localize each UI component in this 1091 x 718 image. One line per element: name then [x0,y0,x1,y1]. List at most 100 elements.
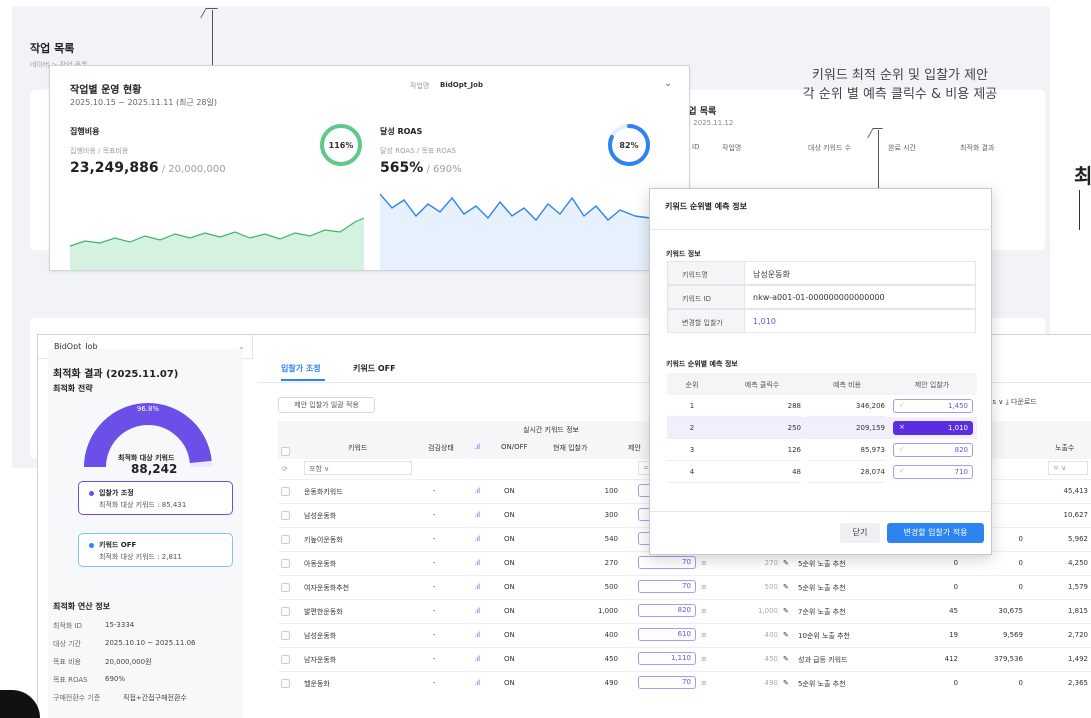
roas-target: / 690% [423,164,462,175]
suggest-bid-input[interactable]: 1,110 [638,652,696,665]
rank-bid-input[interactable]: × 1,010 [893,421,973,435]
list-icon[interactable]: ≡ [701,631,707,639]
row-checkbox[interactable] [281,631,290,640]
list-icon[interactable]: ≡ [701,583,707,591]
list-icon[interactable]: ≡ [701,679,707,687]
bid-cell: 450 [604,655,618,663]
list-icon[interactable]: ≡ [701,559,707,567]
row-checkbox[interactable] [281,679,290,688]
suggest-bid-input[interactable]: 70 [638,676,696,689]
prev-bid-cell: 500 [764,583,778,591]
cost-cell: 209,159 [807,417,885,439]
impressions-cell: 4,250 [1067,559,1088,567]
edit-icon[interactable]: ✎ [783,607,789,615]
keyword-cell: 발편한운동화 [304,608,343,616]
check-icon[interactable]: ✓ [899,467,905,475]
select-all-checkbox[interactable] [281,447,290,456]
dashboard-title: 작업별 운영 현황 [70,85,142,96]
calc-row: 목표 비용 20,000,000원 [53,657,238,675]
impressions-cell: 2,720 [1067,631,1088,639]
col-onoff: ON/OFF [501,443,528,451]
clicks-cell: 412 [944,655,958,663]
row-checkbox[interactable] [281,487,290,496]
clicks-col: 예측 클릭수 [717,373,807,395]
strategy-off-title: 키워드 OFF [99,541,137,549]
rank-bid-value: 710 [954,468,968,476]
bid-cell: 500 [604,583,618,591]
spend-area [70,218,364,270]
rank-row: 2 250 209,159 × 1,010 [667,417,977,439]
keyword-filter[interactable]: 포함 ∨ [304,461,412,475]
onoff-cell: ON [504,559,515,567]
rank-bid-input[interactable]: ✓ 710 [893,465,973,479]
cost-cell: 0 [1018,583,1023,591]
prev-bid-cell: 400 [764,631,778,639]
status-cell: - [433,679,436,687]
status-cell: - [433,655,436,663]
edit-icon[interactable]: ✎ [783,631,789,639]
impressions-filter[interactable]: = ∨ [1048,461,1088,475]
bid-cell: 540 [604,535,618,543]
work-list-col: 작업명 [722,144,742,152]
keyword-cell: 여자운동화추천 [304,584,350,592]
onoff-cell: ON [504,631,515,639]
list-icon[interactable]: ≡ [701,655,707,663]
work-list-col: ID [692,143,700,151]
row-checkbox[interactable] [281,583,290,592]
row-checkbox[interactable] [281,535,290,544]
close-icon[interactable]: × [899,423,905,431]
impressions-cell: 1,815 [1067,607,1088,615]
tab-bid-adjust[interactable]: 입찰가 조정 [281,363,321,374]
bars-icon: .ıl [474,631,481,639]
dashboard-period: 2025.10.15 ~ 2025.11.11 (최근 28일) [70,98,217,107]
row-checkbox[interactable] [281,559,290,568]
calc-key: 최적화 ID [53,622,82,630]
strategy-off-card[interactable]: 키워드 OFF 최적화 대상 키워드 : 2,811 [78,533,233,567]
row-checkbox[interactable] [281,607,290,616]
row-divider [278,599,1091,600]
bid-cell: 300 [604,511,618,519]
rank-bid-input[interactable]: ✓ 820 [893,443,973,457]
bulk-apply-button[interactable]: 제안 입찰가 일괄 적용 [278,397,375,413]
roas-sub: 달성 ROAS / 목표 ROAS [380,147,456,155]
list-icon[interactable]: ≡ [701,607,707,615]
status-cell: - [433,511,436,519]
chevron-down-icon[interactable]: ⌄ [664,78,672,89]
bars-icon: .ıl [474,559,481,567]
strategy-bid-card[interactable]: 입찰가 조정 최적화 대상 키워드 : 85,431 [78,481,233,515]
check-icon[interactable]: ✓ [899,401,905,409]
tab-keyword-off[interactable]: 키워드 OFF [353,363,396,374]
row-checkbox[interactable] [281,511,290,520]
suggest-bid-input[interactable]: 70 [638,556,696,569]
suggest-bid-input[interactable]: 70 [638,580,696,593]
rank-bid-input[interactable]: ✓ 1,450 [893,399,973,413]
calc-key: 목표 ROAS [53,676,88,684]
refresh-icon[interactable]: ⟳ [282,465,288,473]
edit-icon[interactable]: ✎ [783,679,789,687]
recommend-cell: 5순위 노출 추천 [798,584,846,592]
work-list-col: 최적화 결과 [960,144,995,152]
suggest-bid-input[interactable]: 820 [638,604,696,617]
edit-icon[interactable]: ✎ [783,583,789,591]
close-button[interactable]: 닫기 [840,523,880,543]
roas-metric-card: 달성 ROAS 달성 ROAS / 목표 ROAS 565% / 690% 82… [380,116,674,270]
onoff-cell: ON [504,679,515,687]
row-checkbox[interactable] [281,655,290,664]
rank-cell: 4 [667,461,717,483]
edit-icon[interactable]: ✎ [783,655,789,663]
apply-bid-button[interactable]: 변경할 입찰가 적용 [887,523,984,543]
edit-icon[interactable]: ✎ [783,559,789,567]
rank-cell: 3 [667,439,717,461]
recommend-cell: 5순위 노출 추천 [798,680,846,688]
bars-icon: .ıl [474,583,481,591]
info-key: 키워드 ID [667,285,745,309]
clicks-cell: 0 [953,679,958,687]
modal-title: 키워드 순위별 예측 정보 [665,202,747,211]
spend-metric-card: 집행비용 집행비용 / 목표비용 23,249,886 / 20,000,000… [70,116,364,270]
check-icon[interactable]: ✓ [899,445,905,453]
bars-icon: .ıl [474,443,481,451]
download-button[interactable]: ns ∨ ⤓ 다운로드 [988,397,1037,407]
calc-key: 구매전환수 기준 [53,694,101,702]
bars-icon: .ıl [474,679,481,687]
suggest-bid-input[interactable]: 610 [638,628,696,641]
